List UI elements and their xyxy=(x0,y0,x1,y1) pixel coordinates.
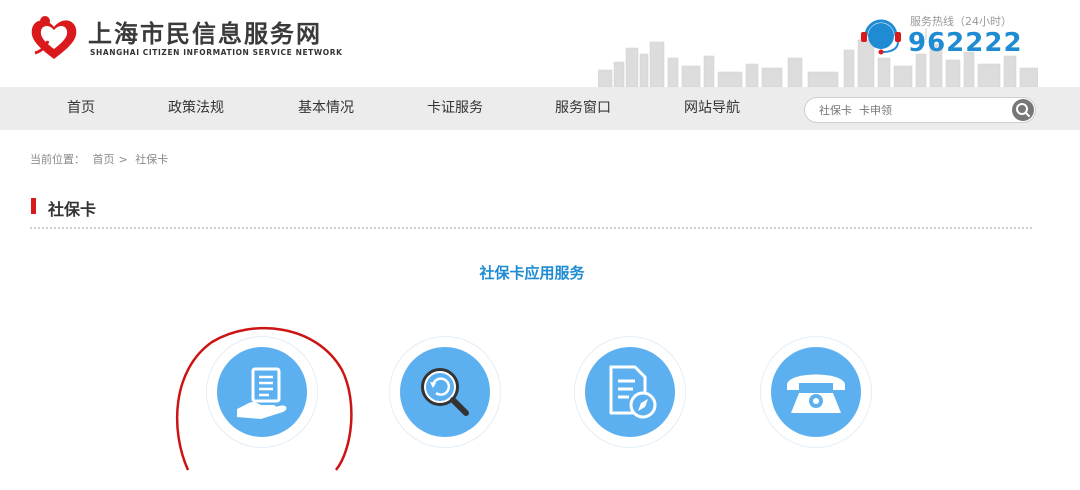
nav-item-home[interactable]: 首页 xyxy=(52,87,110,130)
service-guide[interactable] xyxy=(574,336,686,448)
nav-item-card-services[interactable]: 卡证服务 xyxy=(419,87,491,130)
service-heading: 社保卡应用服务 xyxy=(479,264,585,282)
section-divider xyxy=(30,227,1032,229)
search-icon xyxy=(1016,103,1030,117)
hotline-label: 服务热线（24小时） xyxy=(910,15,1012,28)
nav-item-site-navigation[interactable]: 网站导航 xyxy=(676,87,748,130)
breadcrumb-separator: > xyxy=(118,153,128,166)
search-button[interactable] xyxy=(1012,99,1034,121)
nav-item-basic-info[interactable]: 基本情况 xyxy=(290,87,362,130)
section-title: 社保卡 xyxy=(48,200,97,219)
headset-icon xyxy=(861,19,901,55)
service-query[interactable] xyxy=(389,336,501,448)
breadcrumb-prefix: 当前位置： xyxy=(30,153,85,166)
service-card-application[interactable] xyxy=(206,336,318,448)
service-query-circle xyxy=(400,347,490,437)
hotline-number: 962222 xyxy=(908,28,1023,58)
service-hotline[interactable] xyxy=(760,336,872,448)
site-subtitle: SHANGHAI CITIZEN INFORMATION SERVICE NET… xyxy=(90,48,343,57)
section-marker xyxy=(31,198,36,214)
search-box xyxy=(804,97,1036,123)
logo-icon[interactable] xyxy=(28,13,80,63)
breadcrumb-home-link[interactable]: 首页 xyxy=(93,153,115,166)
search-input[interactable] xyxy=(819,98,999,122)
breadcrumb-current: 社保卡 xyxy=(135,153,169,166)
document-compass-icon xyxy=(609,365,657,419)
breadcrumb: 当前位置： 首页 > 社保卡 xyxy=(30,151,172,167)
card-application-icon xyxy=(237,367,287,419)
service-card-application-circle xyxy=(217,347,307,437)
site-title[interactable]: 上海市民信息服务网 xyxy=(88,14,322,49)
search-refresh-icon xyxy=(421,368,469,416)
site-header: 上海市民信息服务网 SHANGHAI CITIZEN INFORMATION S… xyxy=(0,0,1080,87)
telephone-icon xyxy=(787,374,845,413)
service-guide-circle xyxy=(585,347,675,437)
service-hotline-circle xyxy=(771,347,861,437)
nav-item-policies[interactable]: 政策法规 xyxy=(160,87,232,130)
nav-item-service-windows[interactable]: 服务窗口 xyxy=(547,87,619,130)
